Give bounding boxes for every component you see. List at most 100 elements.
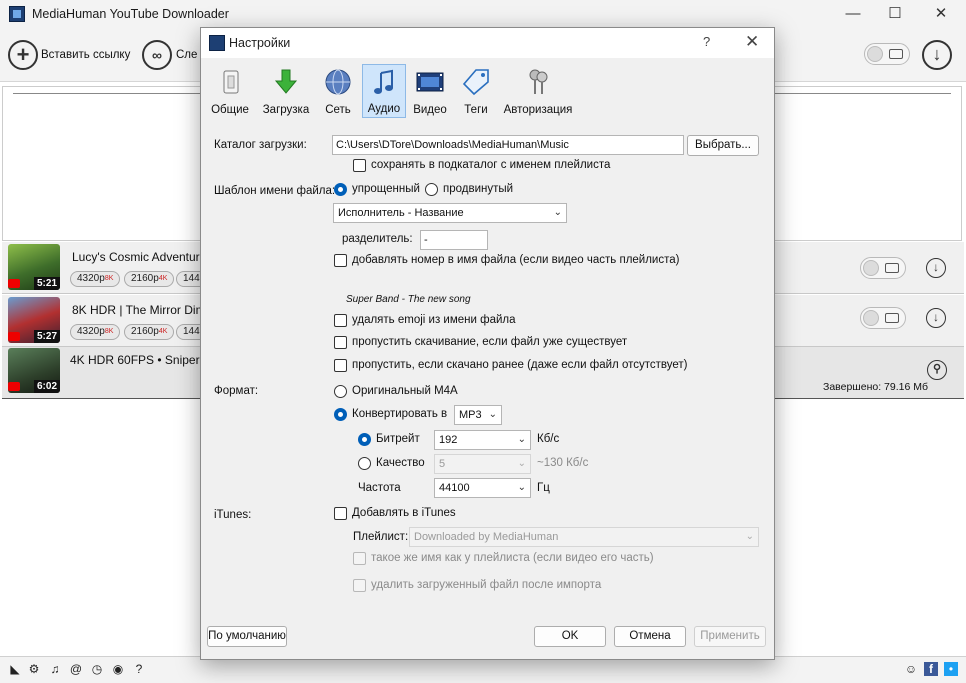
advanced-template-radio[interactable] bbox=[425, 183, 438, 196]
playlist-select[interactable]: Downloaded by MediaHuman ⌄ bbox=[409, 527, 759, 547]
filename-preview: Super Band - The new song bbox=[346, 294, 471, 305]
snail-icon[interactable]: @ bbox=[69, 662, 83, 676]
frequency-select[interactable]: 44100 ⌄ bbox=[434, 478, 531, 498]
bitrate-value: 192 bbox=[439, 434, 458, 446]
playlist-label: Плейлист: bbox=[353, 531, 409, 543]
folder-path-input[interactable]: C:\Users\DTore\Downloads\MediaHuman\Musi… bbox=[332, 135, 684, 155]
delete-after-import-checkbox[interactable] bbox=[353, 579, 366, 592]
music-icon[interactable]: ♫ bbox=[48, 662, 62, 676]
tab-label: Загрузка bbox=[262, 104, 310, 116]
quality-chip[interactable]: 2160p4K bbox=[124, 324, 175, 340]
convert-radio[interactable] bbox=[334, 408, 347, 421]
tab-tags[interactable]: Теги bbox=[457, 64, 495, 118]
bitrate-label: Битрейт bbox=[376, 433, 420, 445]
close-window-icon[interactable]: ✕ bbox=[918, 0, 964, 30]
skip-existing-checkbox[interactable] bbox=[334, 336, 347, 349]
bitrate-select[interactable]: 192 ⌄ bbox=[434, 430, 531, 450]
quality-radio[interactable] bbox=[358, 457, 371, 470]
close-dialog-icon[interactable]: ✕ bbox=[745, 32, 759, 52]
quality-chip[interactable]: 2160p4K bbox=[124, 271, 175, 287]
video-mode-toggle[interactable] bbox=[864, 43, 910, 65]
apply-button[interactable]: Применить bbox=[694, 626, 766, 647]
video-thumbnail: 6:02 bbox=[8, 348, 60, 393]
skip-downloaded-label: пропустить, если скачано ранее (даже есл… bbox=[352, 359, 688, 371]
bitrate-radio[interactable] bbox=[358, 433, 371, 446]
tab-label: Общие bbox=[211, 104, 249, 116]
simple-template-radio[interactable] bbox=[334, 183, 347, 196]
download-title: 8K HDR | The Mirror Dimen bbox=[72, 303, 219, 317]
dialog-titlebar: Настройки ? ✕ bbox=[201, 28, 774, 58]
dialog-app-icon bbox=[209, 35, 225, 51]
tab-label: Аудио bbox=[367, 103, 401, 115]
video-mode-toggle[interactable] bbox=[860, 307, 906, 329]
help-icon[interactable]: ? bbox=[132, 662, 146, 676]
tab-download[interactable]: Загрузка bbox=[259, 64, 313, 118]
settings-dialog: Настройки ? ✕ Общие Загрузка Сеть Аудио … bbox=[200, 27, 775, 660]
subfolder-label: сохранять в подкаталог с именем плейлист… bbox=[371, 159, 611, 171]
quality-chip[interactable]: 4320p8K bbox=[70, 324, 121, 340]
bitrate-unit: Кб/с bbox=[537, 433, 560, 445]
cancel-button[interactable]: Отмена bbox=[614, 626, 686, 647]
toggle-knob bbox=[863, 260, 879, 276]
clock-icon[interactable]: ◷ bbox=[90, 662, 104, 676]
chip-label: 4320p bbox=[77, 273, 105, 284]
separator-input[interactable]: - bbox=[420, 230, 488, 250]
video-thumbnail: 5:21 bbox=[8, 244, 60, 290]
defaults-button[interactable]: По умолчанию bbox=[207, 626, 287, 647]
remove-emoji-checkbox[interactable] bbox=[334, 314, 347, 327]
subfolder-checkbox[interactable] bbox=[353, 159, 366, 172]
same-name-checkbox[interactable] bbox=[353, 552, 366, 565]
download-icon[interactable]: ↓ bbox=[926, 258, 946, 278]
convert-label: Конвертировать в bbox=[352, 408, 448, 420]
tab-label: Сеть bbox=[325, 104, 351, 116]
collapse-icon[interactable]: ◣ bbox=[8, 662, 22, 676]
original-m4a-label: Оригинальный M4A bbox=[352, 385, 458, 397]
tab-label: Теги bbox=[464, 104, 488, 116]
ok-button[interactable]: OK bbox=[534, 626, 606, 647]
settings-gear-icon[interactable]: ⚙ bbox=[27, 662, 41, 676]
tab-network[interactable]: Сеть bbox=[319, 64, 357, 118]
toggle-knob bbox=[863, 310, 879, 326]
format-label: Формат: bbox=[214, 385, 259, 397]
film-icon bbox=[885, 263, 899, 273]
paste-link-icon[interactable]: + bbox=[8, 40, 38, 70]
minimize-icon[interactable]: — bbox=[830, 0, 876, 30]
original-m4a-radio[interactable] bbox=[334, 385, 347, 398]
chip-label: 4320p bbox=[77, 326, 105, 337]
browse-button[interactable]: Выбрать... bbox=[687, 135, 759, 156]
quality-chip[interactable]: 4320p8K bbox=[70, 271, 121, 287]
search-icon[interactable]: ⚲ bbox=[927, 360, 947, 380]
support-icon[interactable]: ☺ bbox=[904, 662, 918, 676]
add-number-checkbox[interactable] bbox=[334, 254, 347, 267]
tab-authorization[interactable]: Авторизация bbox=[501, 64, 575, 118]
maximize-icon[interactable]: ☐ bbox=[872, 0, 918, 30]
facebook-icon[interactable]: f bbox=[924, 662, 938, 676]
quality-select[interactable]: 5 ⌄ bbox=[434, 454, 531, 474]
tab-general[interactable]: Общие bbox=[209, 64, 251, 118]
duration-badge: 5:21 bbox=[33, 277, 60, 290]
add-itunes-checkbox[interactable] bbox=[334, 507, 347, 520]
toggle-knob bbox=[867, 46, 883, 62]
tab-label: Видео bbox=[413, 104, 447, 116]
film-icon bbox=[416, 68, 444, 96]
folder-label: Каталог загрузки: bbox=[214, 139, 307, 151]
playlist-value: Downloaded by MediaHuman bbox=[414, 531, 559, 543]
convert-format-select[interactable]: MP3 ⌄ bbox=[454, 405, 502, 425]
download-all-icon[interactable]: ↓ bbox=[922, 40, 952, 70]
skip-downloaded-checkbox[interactable] bbox=[334, 359, 347, 372]
binoculars-small-icon[interactable]: ◉ bbox=[111, 662, 125, 676]
download-icon[interactable]: ↓ bbox=[926, 308, 946, 328]
template-label: Шаблон имени файла: bbox=[214, 185, 336, 197]
paste-link-button[interactable]: Вставить ссылку bbox=[41, 49, 130, 61]
tab-video[interactable]: Видео bbox=[410, 64, 450, 118]
video-mode-toggle[interactable] bbox=[860, 257, 906, 279]
template-pattern-select[interactable]: Исполнитель - Название ⌄ bbox=[333, 203, 567, 223]
track-button[interactable]: Сле bbox=[176, 49, 197, 61]
duration-badge: 6:02 bbox=[33, 380, 60, 393]
twitter-icon[interactable]: • bbox=[944, 662, 958, 676]
tab-audio[interactable]: Аудио bbox=[362, 64, 406, 118]
chevron-down-icon: ⌄ bbox=[517, 434, 526, 445]
help-icon[interactable]: ? bbox=[703, 34, 710, 49]
chip-badge: 8K bbox=[104, 275, 114, 282]
binoculars-icon[interactable]: ∞ bbox=[142, 40, 172, 70]
